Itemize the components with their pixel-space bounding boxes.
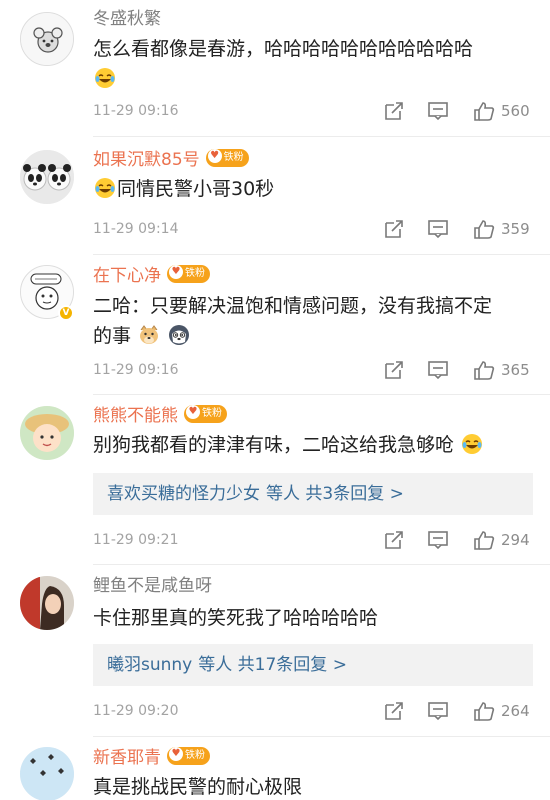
comment-icon[interactable] bbox=[427, 700, 449, 722]
laughing-tears-emoji-icon bbox=[462, 433, 483, 454]
share-icon[interactable] bbox=[383, 218, 405, 240]
reply-summary-link[interactable]: 曦羽sunny 等人 共17条回复 > bbox=[93, 644, 533, 686]
comment-time: 11-29 09:21 bbox=[93, 532, 179, 548]
comment-meta: 11-29 09:16 365 bbox=[93, 358, 533, 382]
heart-icon: ♥ bbox=[169, 747, 183, 761]
comment-text: 怎么看都像是春游，哈哈哈哈哈哈哈哈哈哈哈 bbox=[93, 34, 533, 94]
comment-icon[interactable] bbox=[427, 218, 449, 240]
share-icon[interactable] bbox=[383, 529, 405, 551]
username[interactable]: 新香耶青 ♥ 铁粉 bbox=[93, 747, 210, 769]
heart-icon: ♥ bbox=[207, 149, 222, 163]
comment-text: 真是挑战民警的耐心极限 bbox=[93, 776, 303, 798]
username[interactable]: 鲤鱼不是咸鱼呀 bbox=[93, 575, 212, 597]
comment-meta: 11-29 09:21 294 bbox=[93, 528, 533, 552]
thumbs-up-icon[interactable] bbox=[473, 359, 495, 381]
like-count: 294 bbox=[501, 531, 530, 549]
husky-emoji-icon bbox=[169, 324, 190, 345]
avatar-cartoon-image bbox=[20, 406, 74, 460]
avatar-butterflies-image bbox=[20, 747, 74, 800]
username[interactable]: 在下心净 ♥ 铁粉 bbox=[93, 265, 210, 287]
comment-time: 11-29 09:16 bbox=[93, 103, 179, 119]
avatar[interactable] bbox=[20, 747, 74, 800]
comment-meta: 11-29 09:14 359 bbox=[93, 217, 533, 241]
heart-icon: ♥ bbox=[186, 405, 200, 419]
fan-badge: ♥ 铁粉 bbox=[167, 265, 210, 283]
fan-badge: ♥ 铁粉 bbox=[205, 149, 249, 167]
divider bbox=[93, 136, 550, 137]
divider bbox=[93, 254, 550, 255]
avatar[interactable] bbox=[20, 576, 74, 630]
comment-text: 同情民警小哥30秒 bbox=[93, 174, 533, 204]
avatar-panda-image bbox=[20, 150, 74, 204]
comment-text: 别狗我都看的津津有味，二哈这给我急够呛 bbox=[93, 430, 533, 460]
heart-icon: ♥ bbox=[169, 265, 183, 279]
fan-badge: ♥ 铁粉 bbox=[184, 405, 227, 423]
avatar[interactable] bbox=[20, 150, 74, 204]
share-icon[interactable] bbox=[383, 700, 405, 722]
like-count: 264 bbox=[501, 702, 530, 720]
thumbs-up-icon[interactable] bbox=[473, 218, 495, 240]
divider bbox=[93, 736, 550, 737]
laughing-tears-emoji-icon bbox=[95, 67, 115, 88]
divider bbox=[93, 394, 550, 395]
like-count: 365 bbox=[501, 361, 530, 379]
username[interactable]: 如果沉默85号 ♥ 铁粉 bbox=[93, 149, 249, 171]
username[interactable]: 熊熊不能熊 ♥ 铁粉 bbox=[93, 405, 227, 427]
comment-meta: 11-29 09:16 560 bbox=[93, 99, 533, 123]
comment-time: 11-29 09:16 bbox=[93, 362, 179, 378]
share-icon[interactable] bbox=[383, 100, 405, 122]
share-icon[interactable] bbox=[383, 359, 405, 381]
like-count: 359 bbox=[501, 220, 530, 238]
like-count: 560 bbox=[501, 102, 530, 120]
reply-summary-link[interactable]: 喜欢买糖的怪力少女 等人 共3条回复 > bbox=[93, 473, 533, 515]
thumbs-up-icon[interactable] bbox=[473, 700, 495, 722]
avatar[interactable] bbox=[20, 12, 74, 66]
avatar[interactable] bbox=[20, 406, 74, 460]
verified-badge-icon: V bbox=[58, 305, 74, 321]
fan-badge: ♥ 铁粉 bbox=[167, 747, 210, 765]
comment-icon[interactable] bbox=[427, 100, 449, 122]
comment-time: 11-29 09:20 bbox=[93, 703, 179, 719]
avatar-photo-image bbox=[20, 576, 74, 630]
thumbs-up-icon[interactable] bbox=[473, 100, 495, 122]
thumbs-up-icon[interactable] bbox=[473, 529, 495, 551]
comment-text: 二哈：只要解决温饱和情感问题，没有我搞不定 的事 bbox=[93, 295, 493, 347]
comment-icon[interactable] bbox=[427, 529, 449, 551]
comment-text: 卡住那里真的笑死我了哈哈哈哈哈 bbox=[93, 607, 379, 629]
comment-time: 11-29 09:14 bbox=[93, 221, 179, 237]
laughing-tears-emoji-icon bbox=[95, 177, 115, 198]
comment-icon[interactable] bbox=[427, 359, 449, 381]
username[interactable]: 冬盛秋繁 bbox=[93, 8, 161, 30]
avatar-koala-image bbox=[21, 13, 73, 65]
comment-meta: 11-29 09:20 264 bbox=[93, 699, 533, 723]
divider bbox=[93, 564, 550, 565]
doge-emoji-icon bbox=[140, 324, 159, 344]
